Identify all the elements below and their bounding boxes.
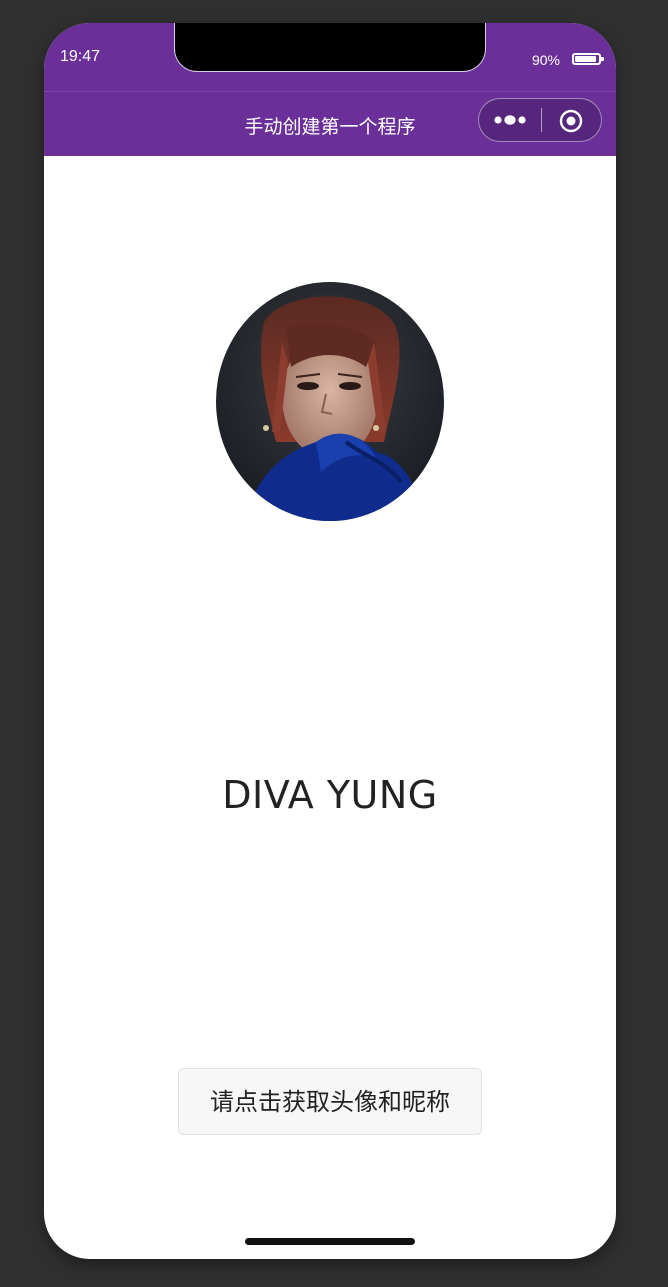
status-time: 19:47 xyxy=(60,48,101,65)
top-bar: 19:47 90% 手动创建第一个程序 xyxy=(44,23,616,156)
miniprogram-close-icon[interactable] xyxy=(559,109,583,133)
status-nav-divider xyxy=(44,91,616,92)
capsule-separator xyxy=(541,108,542,132)
more-dots-icon[interactable] xyxy=(493,111,529,129)
menu-capsule xyxy=(478,98,602,142)
get-profile-button[interactable]: 请点击获取头像和昵称 xyxy=(178,1068,482,1135)
battery-icon xyxy=(572,53,604,65)
battery-fill xyxy=(575,56,596,62)
device-notch xyxy=(175,23,485,71)
user-nickname: DIVA YUNG xyxy=(222,773,438,817)
battery-percent: 90% xyxy=(531,52,560,68)
home-indicator[interactable] xyxy=(245,1238,415,1245)
phone-frame: 19:47 90% 手动创建第一个程序 DIVA YUNG 请点击获取头像和昵称 xyxy=(44,23,616,1259)
user-avatar-photo xyxy=(216,282,444,521)
battery-cap xyxy=(601,57,604,61)
user-avatar[interactable] xyxy=(216,282,444,521)
